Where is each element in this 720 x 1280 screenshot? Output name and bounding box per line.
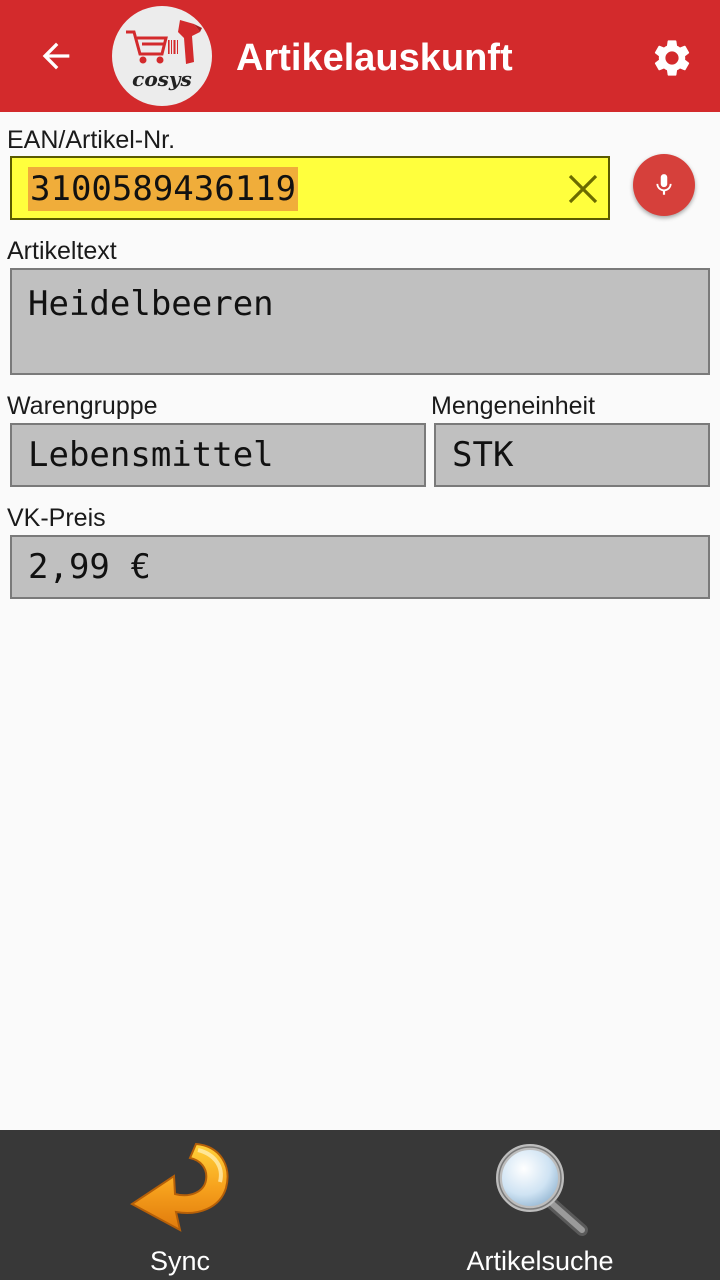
ean-value: 3100589436119 — [28, 167, 299, 211]
mengeneinheit-value: STK — [452, 435, 514, 475]
page-title: Artikelauskunft — [236, 37, 513, 79]
artikeltext-label: Artikeltext — [7, 237, 117, 265]
warengruppe-label: Warengruppe — [7, 392, 158, 420]
warengruppe-field: Lebensmittel — [10, 423, 426, 487]
mengeneinheit-label: Mengeneinheit — [431, 392, 596, 420]
voice-input-button[interactable] — [633, 154, 695, 216]
sync-button[interactable]: Sync — [90, 1130, 270, 1280]
magnifier-icon — [496, 1144, 588, 1236]
vk-preis-label: VK-Preis — [7, 504, 106, 532]
back-button[interactable] — [28, 30, 84, 82]
gear-icon — [654, 40, 690, 76]
sync-arrow-icon — [130, 1142, 229, 1232]
bottom-toolbar: Sync Artikelsuche — [0, 1130, 720, 1280]
artikelsuche-button[interactable]: Artikelsuche — [440, 1130, 640, 1280]
mengeneinheit-field: STK — [434, 423, 710, 487]
artikeltext-field: Heidelbeeren — [10, 268, 710, 375]
ean-input[interactable]: 3100589436119 — [10, 156, 610, 220]
close-icon — [568, 174, 598, 204]
sync-label: Sync — [149, 1246, 211, 1276]
vk-preis-value: 2,99 € — [28, 547, 151, 587]
artikelsuche-label: Artikelsuche — [466, 1246, 614, 1276]
cosys-logo: cosys — [112, 6, 212, 106]
vk-preis-field: 2,99 € — [10, 535, 710, 599]
clear-button[interactable] — [566, 172, 600, 206]
ean-label: EAN/Artikel-Nr. — [7, 126, 176, 154]
settings-button[interactable] — [644, 30, 700, 86]
arrow-left-icon — [42, 42, 70, 70]
svg-text:cosys: cosys — [132, 67, 192, 91]
microphone-icon — [656, 174, 672, 195]
warengruppe-value: Lebensmittel — [28, 435, 274, 475]
artikeltext-value: Heidelbeeren — [28, 284, 274, 324]
app-bar: cosys Artikelauskunft — [0, 0, 720, 112]
